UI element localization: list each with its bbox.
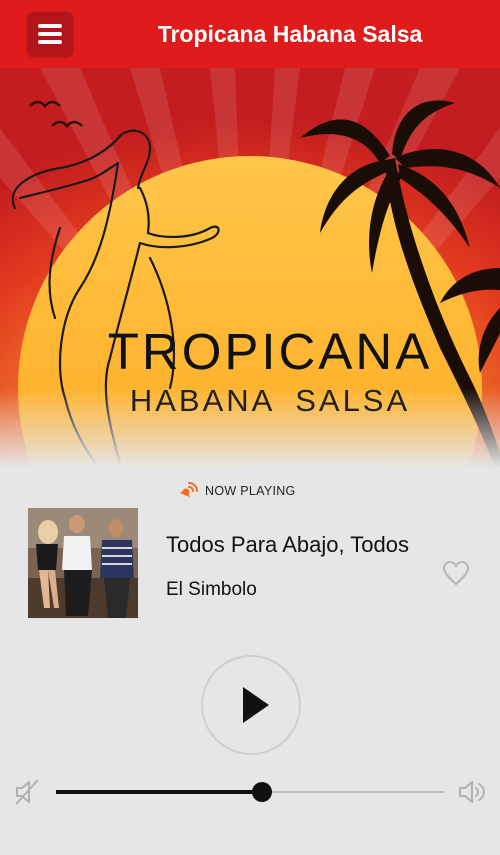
volume-fill <box>56 790 262 794</box>
app-title: Tropicana Habana Salsa <box>157 21 423 47</box>
station-banner: TROPICANA HABANA SALSA <box>0 68 500 468</box>
now-playing-label: NOW PLAYING <box>177 478 296 504</box>
song-title: Todos Para Abajo, Todos Para Arriba <box>166 532 416 557</box>
play-button[interactable] <box>201 655 301 755</box>
song-artist: El Simbolo <box>166 579 257 600</box>
heart-outline-icon[interactable] <box>441 558 471 588</box>
play-icon <box>243 687 269 723</box>
banner-title: TROPICANA <box>107 323 433 380</box>
app-bar: Tropicana Habana Salsa <box>0 0 500 68</box>
album-art <box>28 508 138 618</box>
now-playing-text: NOW PLAYING <box>205 484 296 498</box>
broadcast-antenna-icon <box>180 482 198 497</box>
hamburger-menu-icon[interactable] <box>27 12 73 56</box>
banner-subtitle: HABANA SALSA <box>129 383 411 418</box>
speaker-muted-icon[interactable] <box>12 777 42 807</box>
speaker-volume-icon[interactable] <box>457 777 489 807</box>
volume-thumb[interactable] <box>251 782 272 802</box>
volume-slider[interactable] <box>56 782 444 802</box>
